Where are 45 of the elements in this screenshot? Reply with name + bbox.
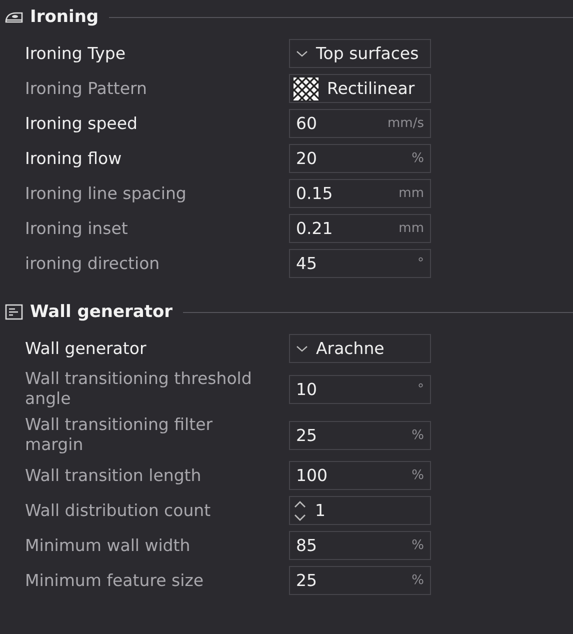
setting-label: Ironing Pattern [25,78,148,98]
setting-label: Minimum wall width [25,536,192,556]
iron-icon [4,10,24,24]
setting-label: Wall transitioning threshold angle [25,369,253,409]
setting-label: Wall distribution count [25,500,212,520]
setting-label: Minimum feature size [25,570,205,590]
number-field[interactable]: 85 % [289,531,431,560]
setting-label: Ironing line spacing [25,184,188,204]
setting-label: Ironing flow [25,148,123,168]
number-field[interactable]: 25 % [289,566,431,595]
unit-label: ° [418,256,424,271]
unit-label: mm/s [388,116,424,131]
number-field[interactable]: 25 % [289,420,431,450]
setting-label: Wall generator [25,338,148,358]
number-field[interactable]: 0.15 mm [289,179,431,208]
number-field[interactable]: 20 % [289,144,431,173]
unit-label: % [412,538,424,553]
dropdown[interactable]: Arachne [289,334,431,363]
chevron-down-icon [296,50,308,58]
number-field[interactable]: 45 ° [289,249,431,278]
unit-label: % [412,151,424,166]
dropdown[interactable]: Top surfaces [289,39,431,68]
setting-label: Ironing Type [25,44,126,64]
unit-label: % [412,428,424,442]
unit-label: % [412,573,424,588]
setting-label: Wall transition length [25,466,202,486]
unit-label: % [412,468,424,483]
unit-label: mm [398,221,424,236]
number-field[interactable]: 10 ° [289,374,431,404]
setting-label: Ironing inset [25,218,129,238]
setting-label: ironing direction [25,254,161,274]
unit-label: ° [418,382,424,396]
spinner-field[interactable]: 1 [289,496,431,525]
chevron-down-icon [296,344,308,352]
unit-label: mm [398,186,424,201]
setting-label: Ironing speed [25,114,138,134]
number-field[interactable]: 100 % [289,461,431,490]
pattern-dropdown[interactable]: Rectilinear [289,74,431,103]
crosshatch-icon [293,76,319,100]
number-field[interactable]: 60 mm/s [289,109,431,138]
stepper-arrows-icon[interactable] [293,498,307,522]
setting-label: Wall transitioning filter margin [25,415,214,455]
section-title: Wall generator [30,302,173,322]
section-title: Ironing [30,7,99,27]
number-field[interactable]: 0.21 mm [289,214,431,243]
